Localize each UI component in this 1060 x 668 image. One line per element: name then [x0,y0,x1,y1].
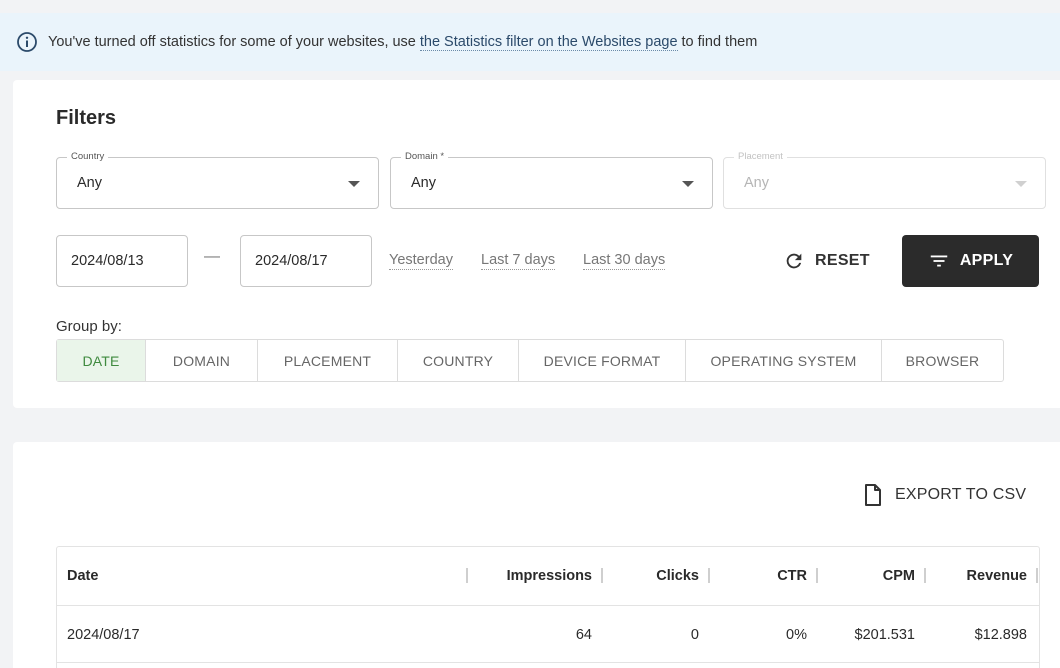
info-banner-suffix: to find them [681,34,758,50]
domain-select-label: Domain * [401,151,449,162]
placement-select-label: Placement [734,151,787,162]
refresh-icon [783,250,805,272]
column-resize-handle[interactable] [816,568,818,583]
date-from-input[interactable]: 2024/08/13 [56,235,188,287]
placement-select: Placement Any [723,151,1046,209]
group-by-domain[interactable]: DOMAIN [146,340,258,381]
column-resize-handle[interactable] [1036,568,1038,583]
column-resize-handle[interactable] [924,568,926,583]
placement-select-value: Any [744,175,769,191]
quick-range-yesterday[interactable]: Yesterday [389,252,453,270]
cell-ctr: 0% [786,626,807,643]
apply-button[interactable]: APPLY [902,235,1039,287]
info-banner-text: You've turned off statistics for some of… [48,34,416,50]
quick-range-last-30-days[interactable]: Last 30 days [583,252,666,270]
cell-clicks: 0 [690,626,699,643]
filter-icon [928,250,950,272]
stats-table: Date Impressions Clicks CTR CPM Revenue … [56,546,1040,668]
column-header-date[interactable]: Date [67,547,367,605]
country-select-value: Any [77,175,102,191]
column-resize-handle[interactable] [601,568,603,583]
filters-panel: Filters Country Any Domain * Any Placeme… [13,80,1060,408]
group-by-operating-system[interactable]: OPERATING SYSTEM [686,340,882,381]
column-header-cpm[interactable]: CPM [827,547,915,605]
group-by-browser[interactable]: BROWSER [882,340,1003,381]
cell-revenue: $12.898 [974,626,1027,643]
chevron-down-icon [1015,181,1027,187]
column-resize-handle[interactable] [708,568,710,583]
results-panel: EXPORT TO CSV Date Impressions Clicks CT… [13,442,1060,668]
apply-button-label: APPLY [959,252,1014,269]
export-csv-button[interactable]: EXPORT TO CSV [863,482,1026,508]
cell-cpm: $201.531 [854,626,915,643]
table-header: Date Impressions Clicks CTR CPM Revenue [57,547,1039,606]
group-by-country[interactable]: COUNTRY [398,340,519,381]
chevron-down-icon [682,181,694,187]
column-header-clicks[interactable]: Clicks [612,547,699,605]
info-banner: You've turned off statistics for some of… [0,13,1060,71]
table-row: 2024/08/17 64 0 0% $201.531 $12.898 [57,607,1039,663]
cell-date: 2024/08/17 [67,626,140,643]
statistics-filter-link[interactable]: the Statistics filter on the Websites pa… [419,34,678,51]
date-range-separator: — [204,248,220,265]
quick-range-last-7-days[interactable]: Last 7 days [481,252,556,270]
file-icon [863,483,883,507]
group-by-date[interactable]: DATE [57,340,146,381]
domain-select[interactable]: Domain * Any [390,151,713,209]
country-select[interactable]: Country Any [56,151,379,209]
column-header-ctr[interactable]: CTR [719,547,807,605]
group-by-placement[interactable]: PLACEMENT [258,340,398,381]
cell-impressions: 64 [575,626,592,643]
info-icon [16,31,38,53]
group-by-label: Group by: [56,318,122,335]
export-csv-label: EXPORT TO CSV [895,486,1027,503]
group-by-toggle: DATE DOMAIN PLACEMENT COUNTRY DEVICE FOR… [56,339,1004,382]
column-header-revenue[interactable]: Revenue [935,547,1027,605]
filters-title: Filters [56,107,117,129]
chevron-down-icon [348,181,360,187]
reset-button-label: RESET [815,252,870,269]
reset-button[interactable]: RESET [783,246,870,276]
column-resize-handle[interactable] [466,568,468,583]
date-to-input[interactable]: 2024/08/17 [240,235,372,287]
domain-select-value: Any [411,175,436,191]
country-select-label: Country [67,151,109,162]
group-by-device-format[interactable]: DEVICE FORMAT [519,340,686,381]
column-header-impressions[interactable]: Impressions [477,547,592,605]
